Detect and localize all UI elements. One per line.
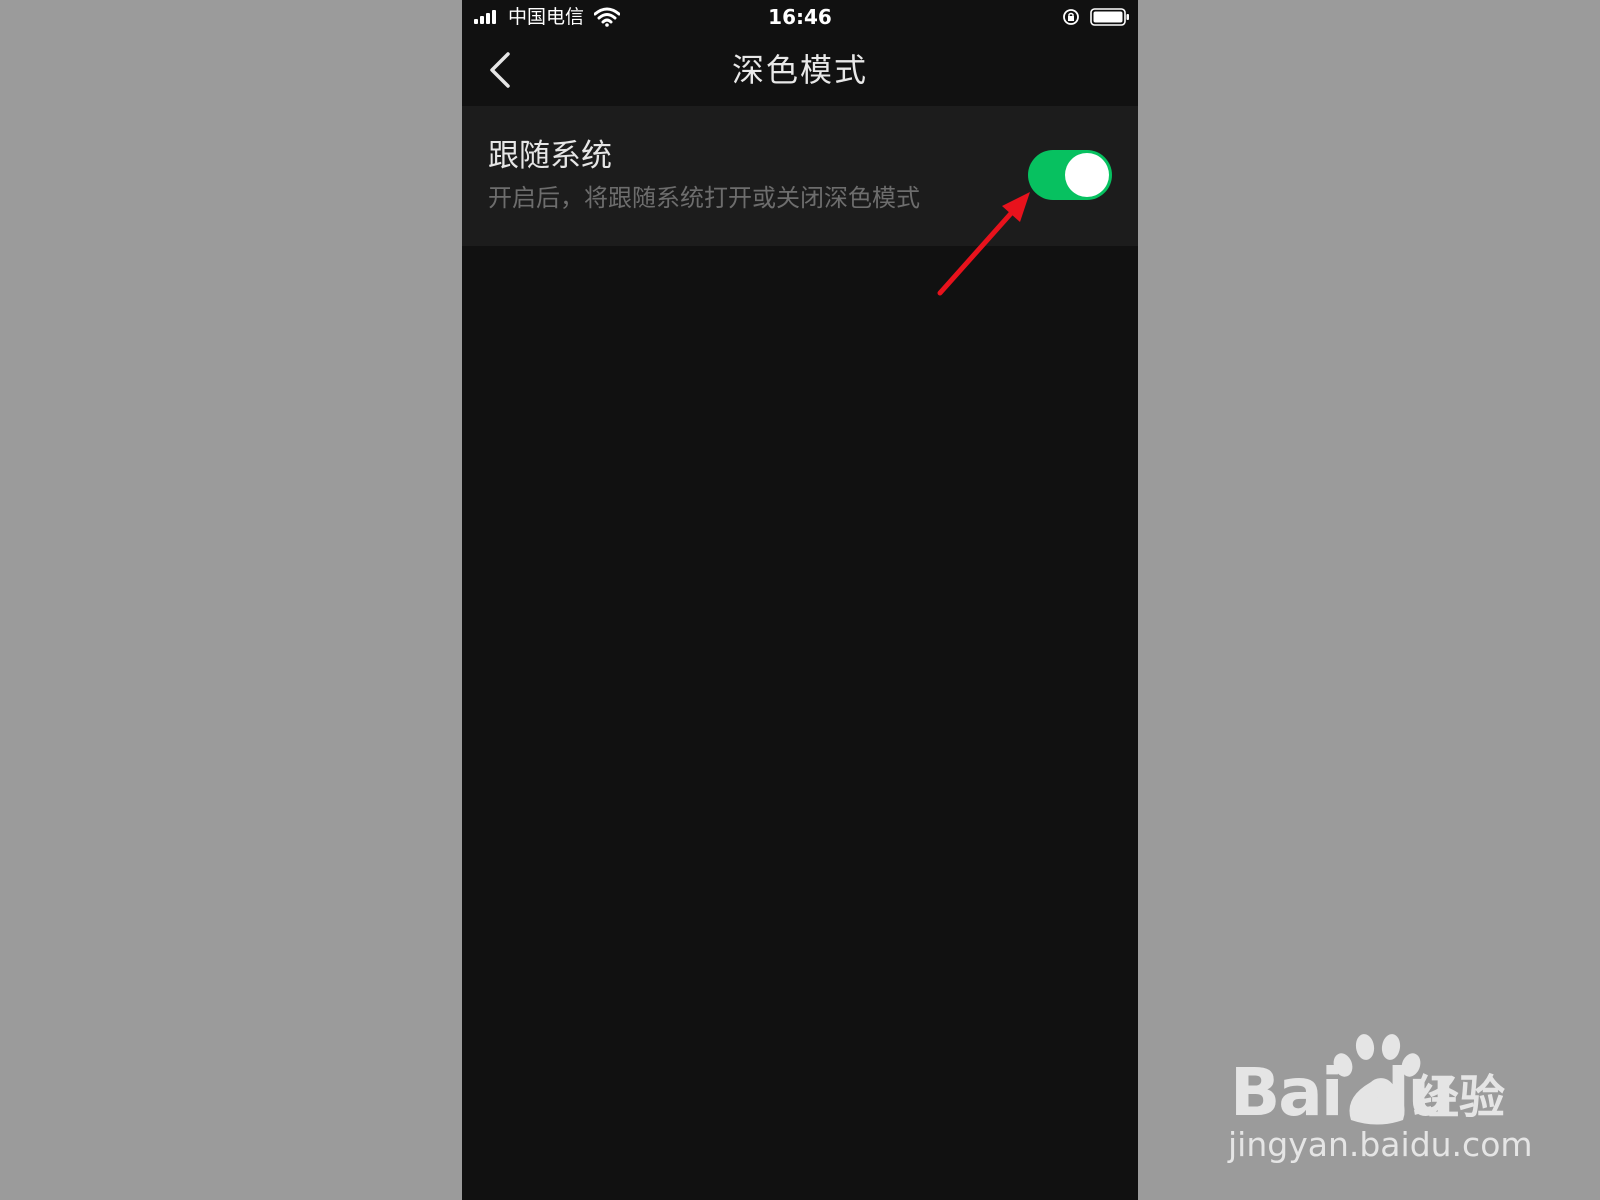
follow-system-setting-row: 跟随系统 开启后，将跟随系统打开或关闭深色模式 xyxy=(462,106,1138,246)
navigation-bar: 深色模式 xyxy=(462,34,1138,106)
status-time: 16:46 xyxy=(768,5,832,29)
toggle-knob xyxy=(1065,153,1109,197)
watermark-url: jingyan.baidu.com xyxy=(1228,1125,1533,1164)
rotation-lock-icon xyxy=(1063,9,1079,25)
setting-description: 开启后，将跟随系统打开或关闭深色模式 xyxy=(488,184,920,212)
baidu-jingyan-watermark: Bai du 经验 jingyan.baidu.com xyxy=(1225,1025,1533,1165)
follow-system-toggle[interactable] xyxy=(1028,150,1112,200)
page-title: 深色模式 xyxy=(731,51,868,89)
watermark-brand-cn: 经验 xyxy=(1413,1070,1505,1124)
battery-icon xyxy=(1090,8,1129,26)
setting-title: 跟随系统 xyxy=(488,138,612,174)
phone-screen: 中国电信 16:46 深色模式 跟随系统 开启后，将跟随系统打开或关闭深色模式 xyxy=(462,0,1138,1200)
status-bar: 中国电信 16:46 xyxy=(462,0,1138,34)
